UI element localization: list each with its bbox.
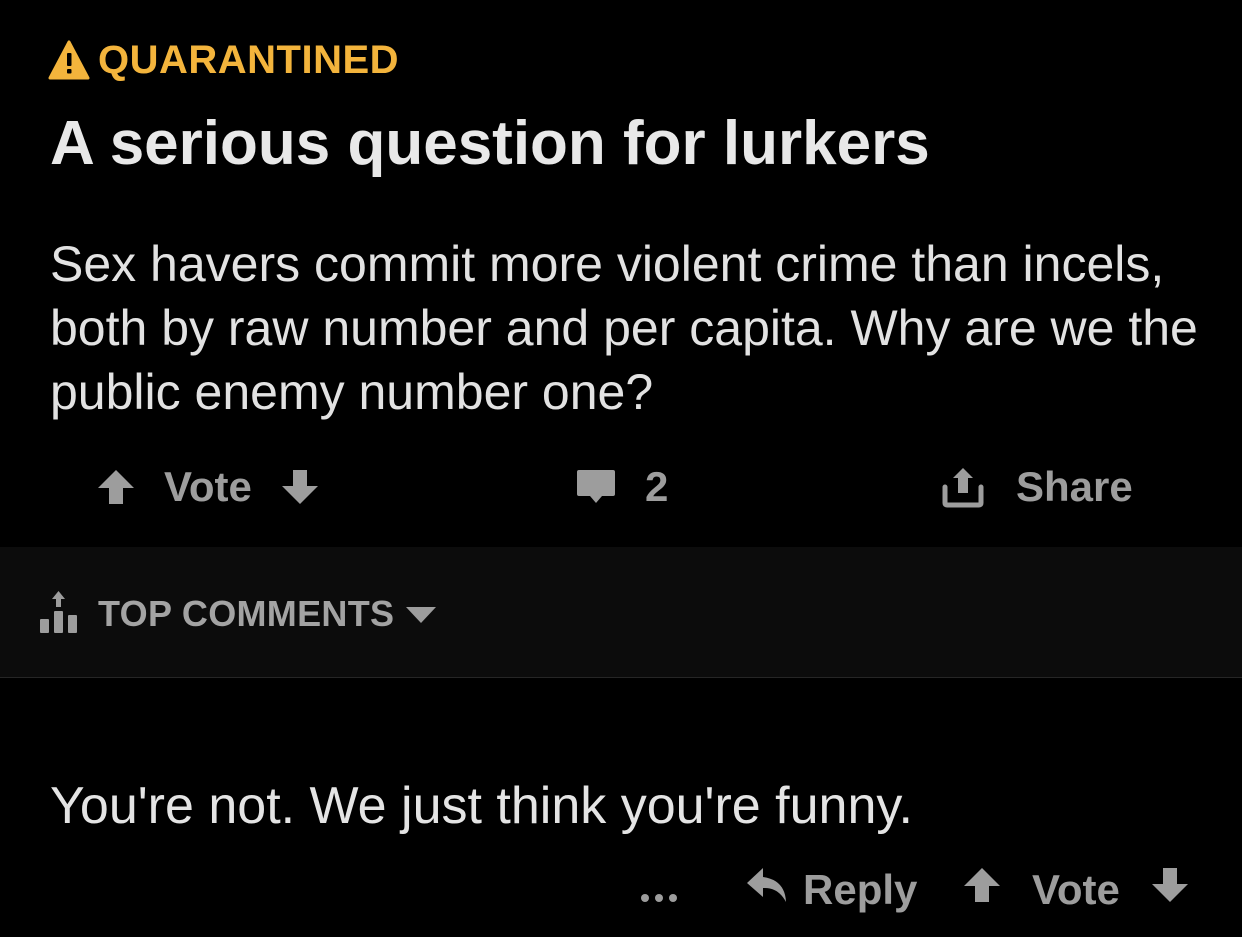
comments-button[interactable]: 2 xyxy=(575,456,668,518)
caret-down-icon xyxy=(404,605,438,630)
comment-text: You're not. We just think you're funny. xyxy=(50,777,913,835)
arrow-up-icon[interactable] xyxy=(96,467,136,507)
sort-label: TOP COMMENTS xyxy=(98,593,395,634)
share-label: Share xyxy=(1016,463,1133,510)
share-button[interactable]: Share xyxy=(940,456,1133,518)
reply-label: Reply xyxy=(803,866,918,913)
quarantine-label: QUARANTINED xyxy=(98,37,400,82)
arrow-down-icon[interactable] xyxy=(280,467,320,507)
comment-count: 2 xyxy=(645,463,669,510)
comment-vote-control: Vote xyxy=(962,862,1190,918)
comment-sort-bar: TOP COMMENTS xyxy=(0,547,1242,678)
post-title[interactable]: A serious question for lurkers xyxy=(50,108,930,179)
quarantine-banner: QUARANTINED xyxy=(48,34,399,86)
share-upload-icon xyxy=(940,465,986,509)
arrow-down-icon[interactable] xyxy=(1150,865,1190,915)
reply-arrow-icon xyxy=(745,864,789,916)
post-vote-control: Vote xyxy=(96,456,320,518)
comment-item: You're not. We just think you're funny. … xyxy=(0,678,1242,937)
reply-button[interactable]: Reply xyxy=(745,862,917,918)
comment-vote-label: Vote xyxy=(1032,866,1120,913)
bar-chart-arrow-icon xyxy=(38,589,80,640)
speech-bubble-icon xyxy=(575,467,617,507)
ellipsis-icon xyxy=(640,866,678,914)
post-vote-label: Vote xyxy=(164,463,252,510)
warning-triangle-icon xyxy=(48,39,90,81)
more-options-button[interactable] xyxy=(640,862,678,918)
post-card: QUARANTINED A serious question for lurke… xyxy=(0,0,1242,547)
post-body: Sex havers commit more violent crime tha… xyxy=(50,236,1198,420)
arrow-up-icon[interactable] xyxy=(962,865,1002,915)
comment-action-bar: Reply Vote xyxy=(0,862,1242,918)
post-action-bar: Vote 2 Share xyxy=(0,456,1242,518)
sort-dropdown[interactable]: TOP COMMENTS xyxy=(38,589,438,639)
